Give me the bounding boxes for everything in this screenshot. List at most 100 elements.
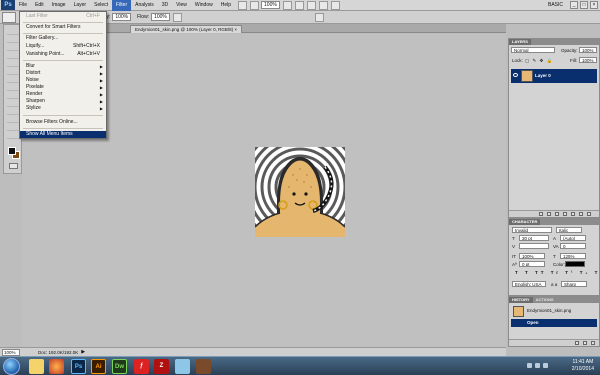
layer-row[interactable]: Layer 0 [511, 69, 597, 83]
menu-item-distort[interactable]: Distort ▶ [20, 70, 106, 77]
menu-3d[interactable]: 3D [158, 0, 172, 11]
menu-item-stylize[interactable]: Stylize ▶ [20, 105, 106, 112]
hand-tool-icon[interactable] [282, 0, 292, 10]
status-zoom-field[interactable]: 100% [2, 348, 20, 356]
maximize-icon[interactable]: □ [580, 1, 588, 9]
antialias-select[interactable]: Sharp [561, 281, 587, 287]
game-icon[interactable] [196, 359, 211, 374]
menu-window[interactable]: Window [191, 0, 217, 11]
menu-item-last-filter[interactable]: Last Filter Ctrl+F [20, 13, 106, 20]
submenu-arrow-icon: ▶ [99, 85, 103, 90]
lock-icons[interactable]: ▢ ✎ ✥ 🔒 [525, 58, 553, 64]
flash-icon[interactable]: ƒ [134, 359, 149, 374]
language-select[interactable]: English: USA [512, 281, 546, 287]
font-family-select[interactable]: Invalid [512, 227, 552, 233]
history-snapshot[interactable]: Endymion01_skin.png [511, 305, 597, 318]
arrange-documents-icon[interactable] [318, 0, 328, 10]
text-color-swatch[interactable] [565, 261, 585, 267]
dreamweaver-taskbar-icon[interactable]: Dw [112, 359, 127, 374]
text-style-buttons[interactable]: T T TT Tr T¹ T₁ T T [515, 270, 600, 275]
document-canvas[interactable] [255, 147, 345, 237]
new-snapshot-icon[interactable] [575, 341, 579, 345]
fill-field[interactable]: 100% [579, 57, 597, 63]
adjustment-layer-icon[interactable] [563, 212, 567, 216]
airbrush-icon[interactable] [172, 12, 182, 22]
font-size-field[interactable]: 30 pt [519, 235, 549, 241]
photoshop-logo: Ps [1, 0, 15, 10]
kerning-field[interactable] [519, 243, 549, 249]
tracking-field[interactable]: 0 [560, 243, 586, 249]
tab-layers[interactable]: LAYERS [509, 39, 531, 45]
start-button[interactable] [3, 358, 20, 375]
menu-item-show-all[interactable]: Show All Menu Items [20, 131, 106, 138]
menu-view[interactable]: View [172, 0, 191, 11]
zoom-tool-icon[interactable] [294, 0, 304, 10]
horizontal-scale-field[interactable]: 125% [560, 253, 586, 259]
menu-help[interactable]: Help [217, 0, 235, 11]
new-layer-icon[interactable] [579, 212, 583, 216]
link-layers-icon[interactable] [539, 212, 543, 216]
mini-bridge-icon[interactable] [250, 0, 260, 10]
menu-file[interactable]: File [15, 0, 31, 11]
leading-field[interactable]: (Auto) [560, 235, 586, 241]
zoom-level-field[interactable]: 100% [261, 1, 280, 9]
baseline-shift-field[interactable]: 0 pt [519, 261, 545, 267]
document-tab[interactable]: Endymion01_skin.png @ 100% (Layer 0, RGB… [130, 25, 243, 33]
delete-layer-icon[interactable] [587, 212, 591, 216]
menu-item-vanishing-point[interactable]: Vanishing Point... Alt+Ctrl+V [20, 51, 106, 58]
bridge-icon[interactable] [238, 0, 248, 10]
layer-mask-icon[interactable] [555, 212, 559, 216]
tab-character[interactable]: CHARACTER [509, 219, 541, 225]
menu-analysis[interactable]: Analysis [131, 0, 158, 11]
tool-preset-picker[interactable] [2, 11, 16, 23]
delete-state-icon[interactable] [591, 341, 595, 345]
tray-network-icon[interactable] [535, 363, 540, 368]
minimize-icon[interactable]: _ [570, 1, 578, 9]
workspace-switcher[interactable]: BASIC [545, 2, 566, 8]
menu-image[interactable]: Image [48, 0, 70, 11]
foreground-color-swatch[interactable] [8, 147, 16, 155]
new-group-icon[interactable] [571, 212, 575, 216]
photoshop-taskbar-icon[interactable]: Ps [71, 359, 86, 374]
close-tab-icon[interactable]: × [234, 27, 237, 32]
visibility-eye-icon[interactable] [513, 73, 518, 77]
history-step[interactable]: Open [511, 319, 597, 327]
menu-item-pixelate[interactable]: Pixelate ▶ [20, 84, 106, 91]
menu-item-blur[interactable]: Blur ▶ [20, 63, 106, 70]
font-style-select[interactable]: Italic [556, 227, 582, 233]
firefox-icon[interactable] [49, 359, 64, 374]
system-clock[interactable]: 11:41 AM 2/10/2014 [572, 359, 594, 373]
layer-style-icon[interactable] [547, 212, 551, 216]
menu-layer[interactable]: Layer [70, 0, 91, 11]
menu-item-noise[interactable]: Noise ▶ [20, 77, 106, 84]
menu-item-browse-filters-online[interactable]: Browse Filters Online... [20, 119, 106, 126]
network-icon[interactable] [175, 359, 190, 374]
rotate-view-icon[interactable] [306, 0, 316, 10]
blend-mode-select[interactable]: Normal [511, 47, 555, 53]
tab-actions[interactable]: ACTIONS [533, 297, 557, 303]
opacity-field[interactable]: 100% [112, 13, 132, 21]
menu-filter[interactable]: Filter [112, 0, 132, 11]
flow-field[interactable]: 100% [151, 13, 170, 21]
explorer-icon[interactable] [29, 359, 44, 374]
vertical-scale-field[interactable]: 100% [519, 253, 545, 259]
tray-volume-icon[interactable] [543, 363, 548, 368]
filezilla-icon[interactable]: Z [154, 359, 169, 374]
tab-history[interactable]: HISTORY [509, 297, 533, 303]
menu-item-convert-smart-filters[interactable]: Convert for Smart Filters [20, 24, 106, 31]
brush-panel-icon[interactable] [314, 12, 324, 22]
menu-item-liquify[interactable]: Liquify... Shift+Ctrl+X [20, 43, 106, 50]
quick-mask-icon[interactable] [9, 163, 18, 169]
close-icon[interactable]: × [590, 1, 598, 9]
status-menu-arrow-icon[interactable]: ▶ [81, 349, 85, 355]
layer-opacity-field[interactable]: 100% [579, 47, 597, 53]
screen-mode-icon[interactable] [330, 0, 340, 10]
menu-select[interactable]: Select [90, 0, 112, 11]
menu-item-sharpen[interactable]: Sharpen ▶ [20, 98, 106, 105]
tray-flag-icon[interactable] [527, 363, 532, 368]
menu-edit[interactable]: Edit [31, 0, 48, 11]
camera-icon[interactable] [583, 341, 587, 345]
menu-item-render[interactable]: Render ▶ [20, 91, 106, 98]
menu-item-filter-gallery[interactable]: Filter Gallery... [20, 35, 106, 42]
illustrator-taskbar-icon[interactable]: Ai [91, 359, 106, 374]
